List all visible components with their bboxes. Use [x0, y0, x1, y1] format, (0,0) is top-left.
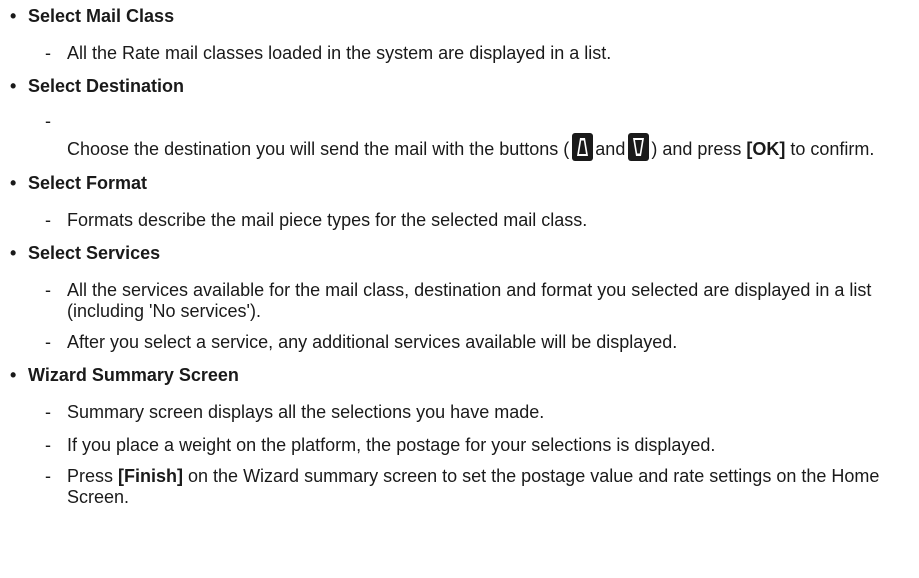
- dash: -: [45, 43, 51, 63]
- ok-label: [OK]: [746, 139, 786, 159]
- finish-suffix: on the Wizard summary screen to set the …: [67, 466, 880, 507]
- finish-label: [Finish]: [118, 466, 184, 486]
- item-text: Press [Finish] on the Wizard summary scr…: [67, 466, 907, 508]
- destination-text-end: to confirm.: [785, 139, 875, 159]
- section-select-format: • Select Format - Formats describe the m…: [0, 173, 919, 231]
- section-select-destination: • Select Destination - Choose the destin…: [0, 76, 919, 161]
- finish-prefix: Press: [67, 466, 119, 486]
- dash: -: [45, 466, 51, 486]
- and-text: and: [595, 139, 626, 159]
- section-heading: • Select Services: [0, 243, 919, 264]
- section-heading: • Wizard Summary Screen: [0, 365, 919, 386]
- item-text: Formats describe the mail piece types fo…: [67, 210, 588, 230]
- list-item: - Press [Finish] on the Wizard summary s…: [0, 466, 919, 508]
- bullet: •: [10, 6, 17, 26]
- section-select-services: • Select Services - All the services ava…: [0, 243, 919, 353]
- bullet: •: [10, 243, 17, 263]
- section-title: Select Mail Class: [28, 6, 175, 26]
- item-text: Choose the destination you will send the…: [67, 113, 907, 161]
- bullet: •: [10, 173, 17, 193]
- list-item: - All the services available for the mai…: [0, 280, 919, 322]
- section-title: Select Format: [28, 173, 148, 193]
- dash: -: [45, 210, 51, 230]
- list-item: - Choose the destination you will send t…: [0, 111, 919, 161]
- list-item: - Formats describe the mail piece types …: [0, 210, 919, 231]
- section-heading: • Select Mail Class: [0, 6, 919, 27]
- list-item: - All the Rate mail classes loaded in th…: [0, 43, 919, 64]
- section-title: Select Destination: [28, 76, 185, 96]
- down-arrow-button-icon: [628, 133, 650, 161]
- document: • Select Mail Class - All the Rate mail …: [0, 0, 919, 508]
- up-arrow-button-icon: [572, 133, 594, 161]
- section-heading: • Select Destination: [0, 76, 919, 97]
- dash: -: [45, 111, 51, 131]
- item-text: If you place a weight on the platform, t…: [67, 435, 716, 455]
- list-item: - If you place a weight on the platform,…: [0, 435, 919, 456]
- dash: -: [45, 280, 51, 300]
- item-text: All the services available for the mail …: [67, 280, 872, 321]
- item-text: Summary screen displays all the selectio…: [67, 402, 545, 422]
- section-select-mail-class: • Select Mail Class - All the Rate mail …: [0, 6, 919, 64]
- list-item: - After you select a service, any additi…: [0, 332, 919, 353]
- section-heading: • Select Format: [0, 173, 919, 194]
- section-title: Wizard Summary Screen: [28, 365, 239, 385]
- dash: -: [45, 402, 51, 422]
- bullet: •: [10, 76, 17, 96]
- section-title: Select Services: [28, 243, 161, 263]
- destination-text-start: Choose the destination you will send the…: [67, 139, 570, 159]
- bullet: •: [10, 365, 17, 385]
- item-text: After you select a service, any addition…: [67, 332, 678, 352]
- list-item: - Summary screen displays all the select…: [0, 402, 919, 423]
- section-wizard-summary-screen: • Wizard Summary Screen - Summary screen…: [0, 365, 919, 508]
- item-text: All the Rate mail classes loaded in the …: [67, 43, 612, 63]
- dash: -: [45, 435, 51, 455]
- dash: -: [45, 332, 51, 352]
- destination-text-after: ) and press: [651, 139, 747, 159]
